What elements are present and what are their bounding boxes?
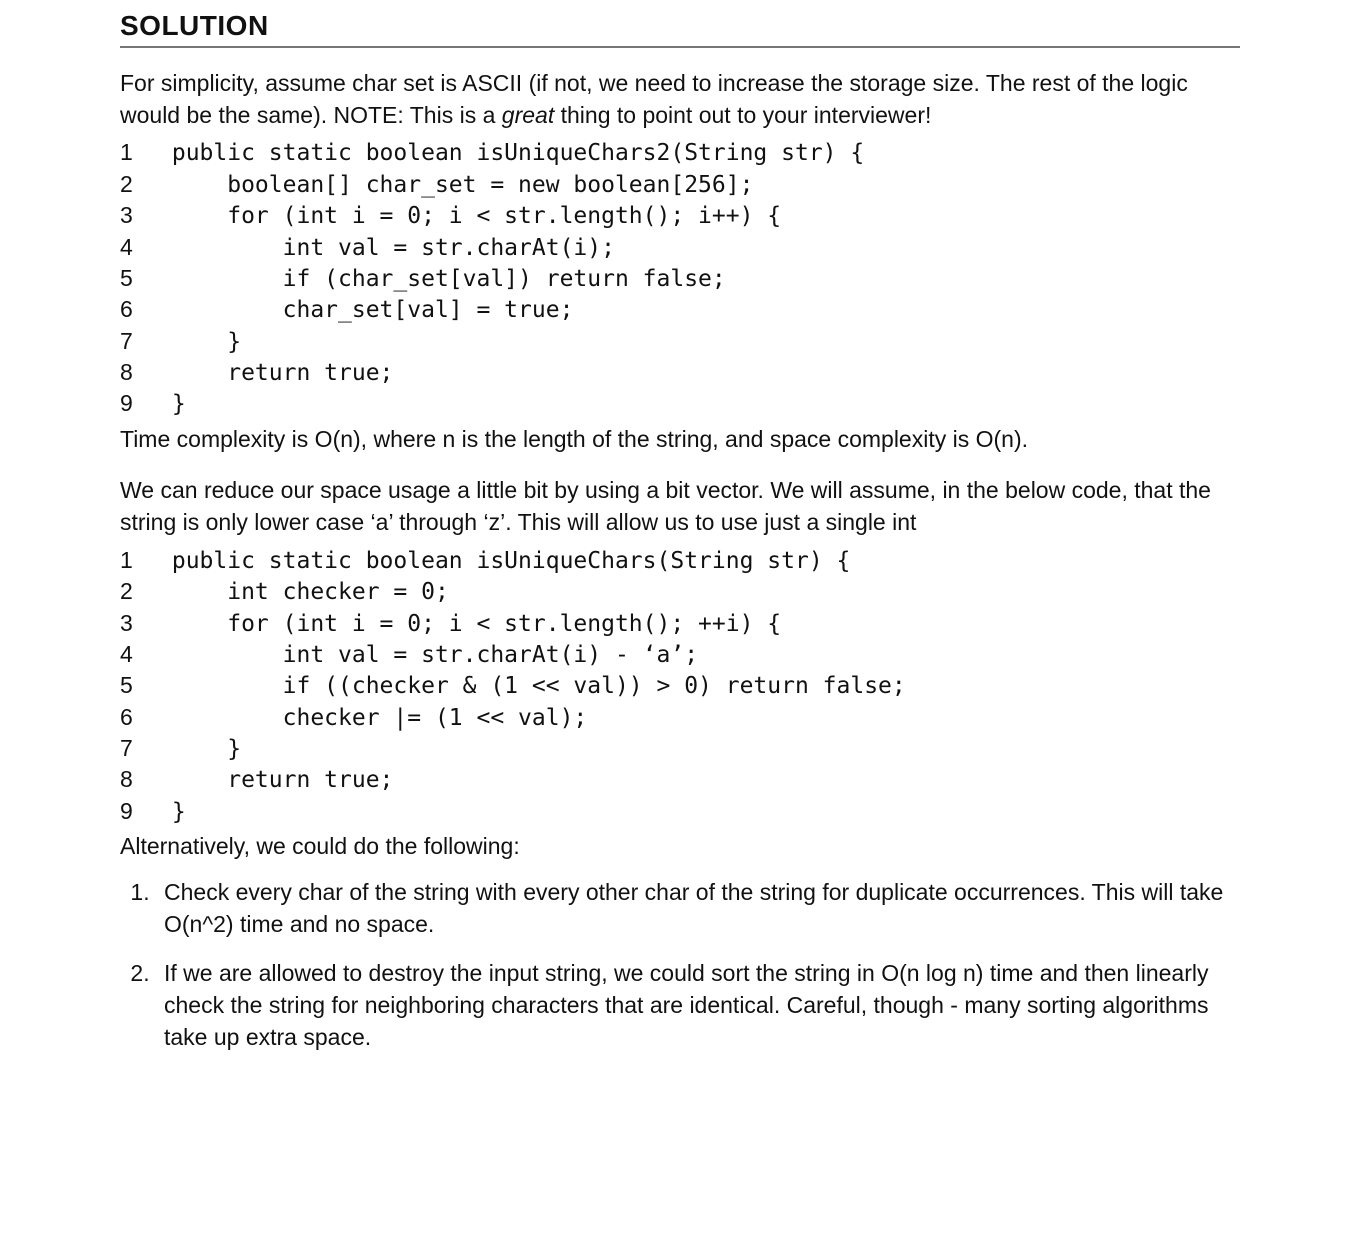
- code-line: 4 int val = str.charAt(i);: [120, 232, 1240, 263]
- code-text: if (char_set[val]) return false;: [158, 264, 1240, 294]
- line-number: 9: [120, 388, 158, 418]
- code-line: 4 int val = str.charAt(i) - ‘a’;: [120, 639, 1240, 670]
- paragraph-alternatives: Alternatively, we could do the following…: [120, 831, 1240, 863]
- code-text: public static boolean isUniqueChars2(Str…: [158, 138, 1240, 168]
- code-text: int checker = 0;: [158, 577, 1240, 607]
- code-text: checker |= (1 << val);: [158, 703, 1240, 733]
- code-line: 7 }: [120, 733, 1240, 764]
- line-number: 2: [120, 576, 158, 606]
- code-text: }: [158, 327, 1240, 357]
- line-number: 4: [120, 639, 158, 669]
- code-block-1: 1 public static boolean isUniqueChars2(S…: [120, 137, 1240, 419]
- code-line: 5 if (char_set[val]) return false;: [120, 263, 1240, 294]
- code-line: 6 char_set[val] = true;: [120, 294, 1240, 325]
- code-line: 6 checker |= (1 << val);: [120, 702, 1240, 733]
- alternatives-list: Check every char of the string with ever…: [120, 877, 1240, 1054]
- code-text: char_set[val] = true;: [158, 295, 1240, 325]
- line-number: 6: [120, 294, 158, 324]
- line-number: 8: [120, 357, 158, 387]
- code-text: if ((checker & (1 << val)) > 0) return f…: [158, 671, 1240, 701]
- code-line: 9 }: [120, 388, 1240, 419]
- line-number: 7: [120, 733, 158, 763]
- code-line: 7 }: [120, 326, 1240, 357]
- paragraph-complexity: Time complexity is O(n), where n is the …: [120, 424, 1240, 456]
- line-number: 4: [120, 232, 158, 262]
- line-number: 1: [120, 137, 158, 167]
- code-line: 2 int checker = 0;: [120, 576, 1240, 607]
- code-text: return true;: [158, 358, 1240, 388]
- code-text: for (int i = 0; i < str.length(); i++) {: [158, 201, 1240, 231]
- code-text: public static boolean isUniqueChars(Stri…: [158, 546, 1240, 576]
- line-number: 2: [120, 169, 158, 199]
- code-text: }: [158, 389, 1240, 419]
- paragraph-intro: For simplicity, assume char set is ASCII…: [120, 68, 1240, 131]
- code-line: 2 boolean[] char_set = new boolean[256];: [120, 169, 1240, 200]
- code-line: 3 for (int i = 0; i < str.length(); ++i)…: [120, 608, 1240, 639]
- line-number: 7: [120, 326, 158, 356]
- code-line: 9 }: [120, 796, 1240, 827]
- line-number: 3: [120, 608, 158, 638]
- line-number: 6: [120, 702, 158, 732]
- code-line: 8 return true;: [120, 357, 1240, 388]
- list-item: If we are allowed to destroy the input s…: [156, 958, 1240, 1053]
- section-heading: SOLUTION: [120, 10, 1240, 48]
- line-number: 1: [120, 545, 158, 575]
- code-line: 1 public static boolean isUniqueChars(St…: [120, 545, 1240, 576]
- code-text: int val = str.charAt(i);: [158, 233, 1240, 263]
- document-page: SOLUTION For simplicity, assume char set…: [0, 0, 1360, 1236]
- code-text: }: [158, 797, 1240, 827]
- list-item: Check every char of the string with ever…: [156, 877, 1240, 940]
- code-text: return true;: [158, 765, 1240, 795]
- code-text: boolean[] char_set = new boolean[256];: [158, 170, 1240, 200]
- code-line: 1 public static boolean isUniqueChars2(S…: [120, 137, 1240, 168]
- line-number: 8: [120, 764, 158, 794]
- line-number: 5: [120, 670, 158, 700]
- code-block-2: 1 public static boolean isUniqueChars(St…: [120, 545, 1240, 827]
- code-text: }: [158, 734, 1240, 764]
- line-number: 9: [120, 796, 158, 826]
- paragraph-bitvector: We can reduce our space usage a little b…: [120, 475, 1240, 538]
- code-line: 3 for (int i = 0; i < str.length(); i++)…: [120, 200, 1240, 231]
- code-text: for (int i = 0; i < str.length(); ++i) {: [158, 609, 1240, 639]
- code-line: 5 if ((checker & (1 << val)) > 0) return…: [120, 670, 1240, 701]
- line-number: 5: [120, 263, 158, 293]
- code-text: int val = str.charAt(i) - ‘a’;: [158, 640, 1240, 670]
- code-line: 8 return true;: [120, 764, 1240, 795]
- line-number: 3: [120, 200, 158, 230]
